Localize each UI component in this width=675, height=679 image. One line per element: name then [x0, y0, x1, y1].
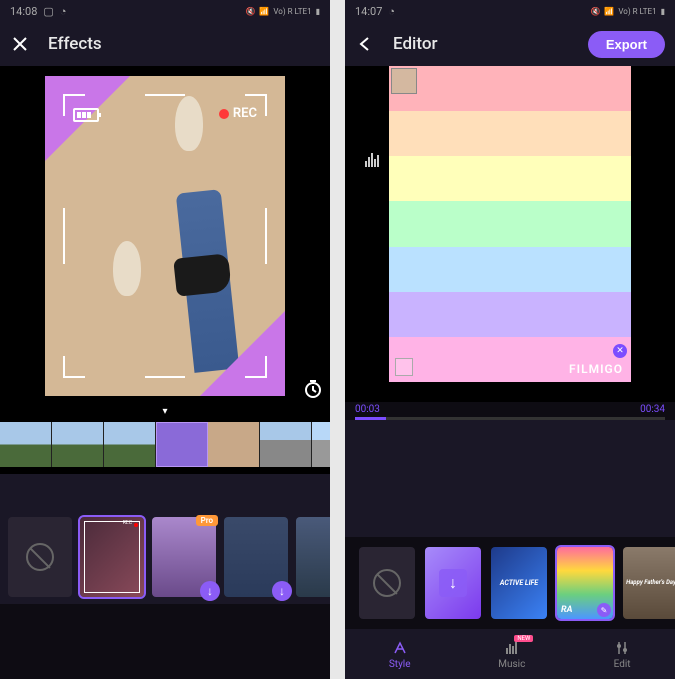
pro-badge: Pro [196, 515, 218, 526]
header: Editor Export [345, 22, 675, 66]
download-icon[interactable]: ↓ [439, 569, 467, 597]
spacer [345, 420, 675, 537]
timeline-frame[interactable] [312, 422, 330, 467]
watermark-label[interactable]: FILMIGO [569, 362, 623, 376]
edit-icon[interactable]: ✎ [597, 603, 611, 617]
battery-icon: ▮ [316, 7, 320, 16]
style-item[interactable]: ↓ [425, 547, 481, 619]
tab-edit[interactable]: Edit [613, 639, 631, 670]
download-icon[interactable]: ↓ [272, 581, 292, 601]
spacer [0, 474, 330, 510]
mute-icon: 🔇 [590, 7, 600, 16]
whatsapp-icon: ◔ [388, 5, 395, 18]
rec-dot-icon [219, 109, 229, 119]
bottom-tabs: Style NEW Music Edit [345, 629, 675, 679]
none-icon [373, 569, 401, 597]
wifi-icon: 📶 [259, 7, 269, 16]
page-title: Effects [48, 34, 320, 54]
effect-none[interactable] [8, 517, 72, 597]
equalizer-icon[interactable] [365, 152, 381, 171]
effect-item-rec[interactable]: REC [80, 517, 144, 597]
time-row: 00:03 00:34 [345, 402, 675, 417]
wifi-icon: 📶 [604, 7, 614, 16]
time-start: 00:03 [355, 404, 380, 415]
tab-label: Edit [614, 659, 631, 670]
new-badge: NEW [514, 635, 533, 642]
rec-dot-icon [134, 523, 138, 527]
edit-icon [613, 639, 631, 657]
tab-label: Music [498, 659, 525, 670]
effects-list: REC Pro ↓ ↓ ↓ [0, 510, 330, 604]
tab-label: Style [389, 659, 411, 670]
video-preview[interactable]: ✕ FILMIGO [345, 66, 675, 402]
style-icon [391, 639, 409, 657]
progress-bar[interactable] [355, 417, 665, 420]
close-button[interactable] [10, 34, 30, 54]
timeline-frame[interactable] [208, 422, 260, 467]
timeline-frame[interactable] [104, 422, 156, 467]
timeline-frame-selected[interactable] [156, 422, 208, 467]
back-button[interactable] [355, 34, 375, 54]
rec-badge: REC [219, 106, 257, 121]
status-bar: 14:07 ◔ 🔇 📶 Vo) R LTE1 ▮ [345, 0, 675, 22]
timeline-frame[interactable] [0, 422, 52, 467]
effects-screen: 14:08 ▢ ◔ 🔇 📶 Vo) R LTE1 ▮ Effects [0, 0, 330, 679]
page-title: Editor [393, 34, 588, 54]
image-icon[interactable] [395, 358, 413, 376]
style-none[interactable] [359, 547, 415, 619]
style-item-active-life[interactable]: ACTIVE LIFE [491, 547, 547, 619]
close-watermark-button[interactable]: ✕ [613, 344, 627, 358]
whatsapp-icon: ◔ [60, 5, 67, 18]
video-timeline[interactable]: ▾ [0, 406, 330, 474]
mute-icon: 🔇 [245, 7, 255, 16]
style-label: RA [561, 606, 572, 615]
rainbow-preview: ✕ FILMIGO [389, 66, 631, 382]
export-button[interactable]: Export [588, 31, 665, 58]
network-label: Vo) R LTE1 [618, 7, 656, 16]
none-icon [26, 543, 54, 571]
style-item-rainbow[interactable]: RA ✎ [557, 547, 613, 619]
rec-frame-icon [84, 521, 140, 593]
download-icon[interactable]: ↓ [200, 581, 220, 601]
effect-item[interactable]: ↓ [224, 517, 288, 597]
effect-item[interactable]: Pro ↓ [152, 517, 216, 597]
gallery-icon: ▢ [43, 5, 53, 18]
battery-icon: ▮ [661, 7, 665, 16]
timeline-marker-icon: ▾ [162, 406, 167, 417]
styles-list: ↓ ACTIVE LIFE RA ✎ Happy Father's Day ↓ [345, 537, 675, 629]
status-bar: 14:08 ▢ ◔ 🔇 📶 Vo) R LTE1 ▮ [0, 0, 330, 22]
tab-style[interactable]: Style [389, 639, 411, 670]
network-label: Vo) R LTE1 [273, 7, 311, 16]
editor-screen: 14:07 ◔ 🔇 📶 Vo) R LTE1 ▮ Editor Export [345, 0, 675, 679]
viewfinder-frame [63, 94, 267, 378]
style-label: Happy Father's Day [626, 580, 675, 586]
timeline-frame[interactable] [52, 422, 104, 467]
rec-text: REC [123, 520, 132, 526]
video-preview[interactable]: REC [0, 66, 330, 406]
style-item[interactable]: Happy Father's Day [623, 547, 675, 619]
tab-music[interactable]: NEW Music [498, 639, 525, 670]
status-time: 14:08 [10, 5, 37, 18]
style-label: ACTIVE LIFE [500, 580, 538, 587]
effect-item[interactable]: ↓ [296, 517, 330, 597]
timer-button[interactable] [302, 378, 324, 400]
rec-label: REC [233, 106, 257, 121]
time-end: 00:34 [640, 404, 665, 415]
status-time: 14:07 [355, 5, 382, 18]
tile-thumb [391, 68, 417, 94]
battery-overlay-icon [73, 108, 99, 122]
timeline-frame[interactable] [260, 422, 312, 467]
header: Effects [0, 22, 330, 66]
